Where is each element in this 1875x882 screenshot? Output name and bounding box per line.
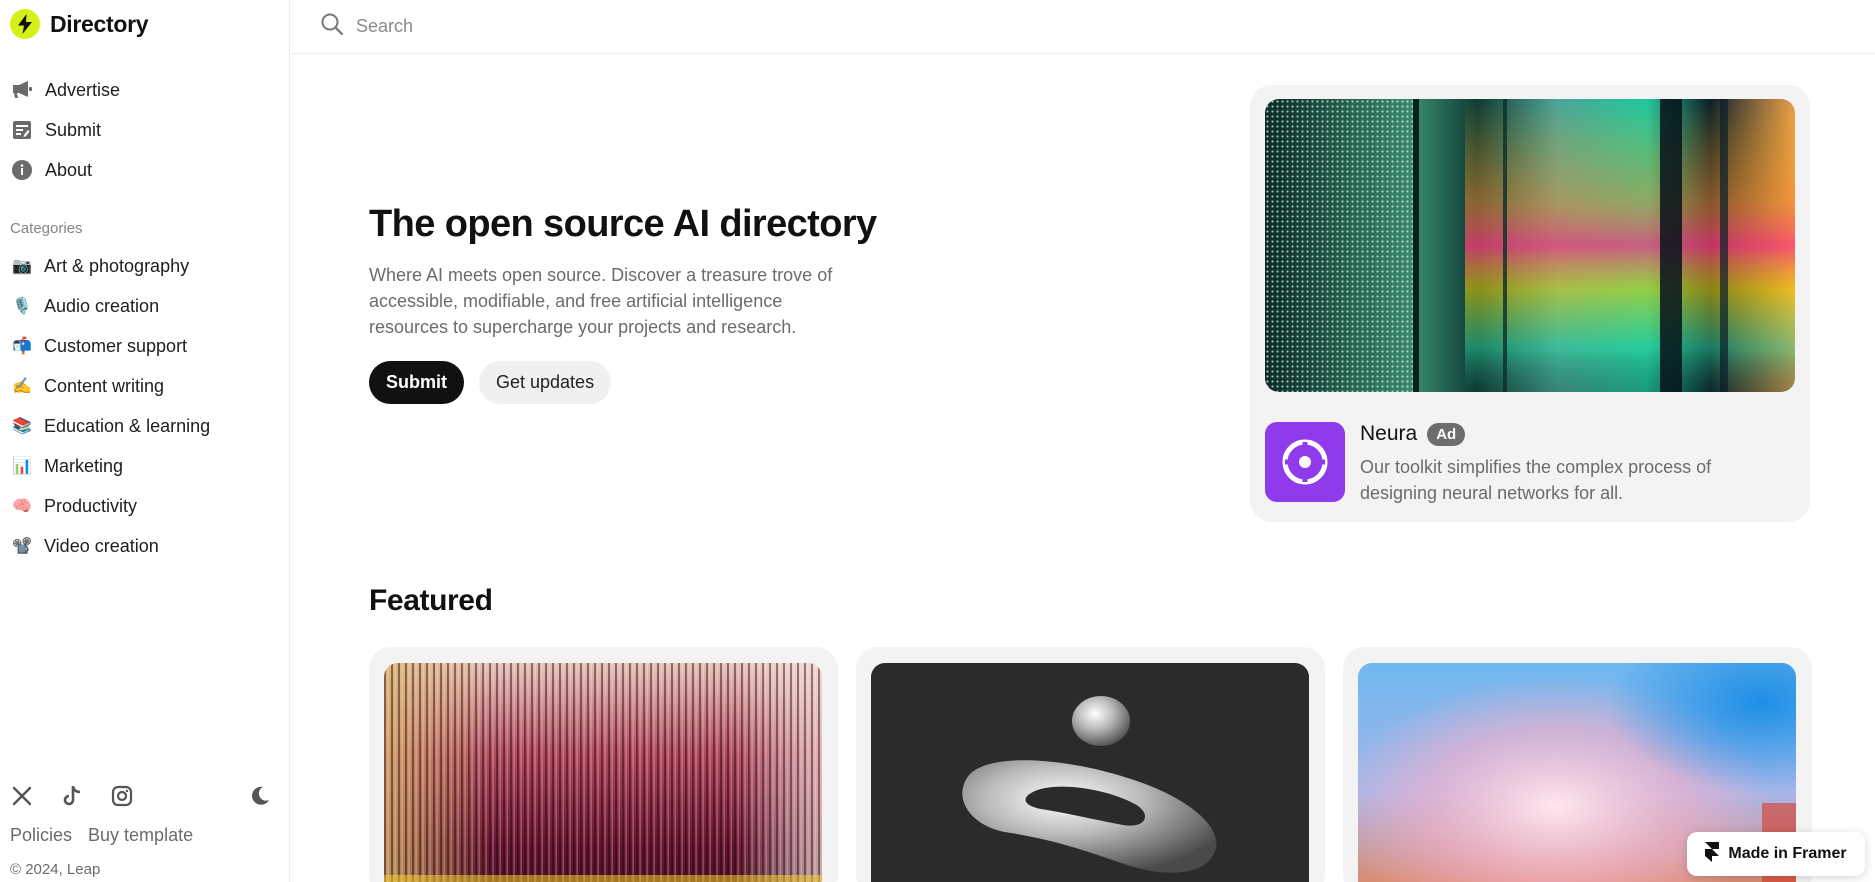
sponsored-ad-card[interactable]: Neura Ad Our toolkit simplifies the comp… [1250, 85, 1810, 522]
category-label: Marketing [44, 455, 124, 476]
footer-links: Policies Buy template [10, 825, 193, 846]
submit-button[interactable]: Submit [369, 361, 464, 404]
category-label: Video creation [44, 535, 159, 556]
instagram-icon[interactable] [110, 784, 134, 808]
category-label: Customer support [44, 335, 188, 356]
mailbox-icon: 📬 [12, 338, 32, 355]
framer-logo-icon [1705, 841, 1720, 867]
categories-list: 📷 Art & photography 🎙️ Audio creation 📬 … [10, 246, 210, 566]
film-projector-icon: 📽️ [12, 538, 32, 555]
writing-hand-icon: ✍️ [12, 378, 32, 395]
nav-label: Advertise [45, 79, 121, 100]
camera-icon: 📷 [12, 258, 32, 275]
category-education-learning[interactable]: 📚 Education & learning [10, 406, 210, 446]
tiktok-icon[interactable] [60, 784, 84, 808]
nav-item-submit[interactable]: Submit [10, 110, 120, 150]
search-icon [320, 12, 344, 41]
main-nav: Advertise Submit About [10, 70, 120, 190]
category-productivity[interactable]: 🧠 Productivity [10, 486, 210, 526]
nav-item-about[interactable]: About [10, 150, 120, 190]
nav-item-advertise[interactable]: Advertise [10, 70, 120, 110]
search-input[interactable] [356, 16, 956, 37]
nav-label: Submit [45, 119, 102, 140]
search-bar [291, 0, 1875, 54]
category-label: Content writing [44, 375, 165, 396]
category-audio-creation[interactable]: 🎙️ Audio creation [10, 286, 210, 326]
policies-link[interactable]: Policies [10, 825, 72, 846]
featured-heading: Featured [369, 584, 493, 617]
category-label: Education & learning [44, 415, 211, 436]
neura-logo-icon [1265, 422, 1345, 502]
made-in-framer-badge[interactable]: Made in Framer [1687, 832, 1865, 876]
microphone-icon: 🎙️ [12, 298, 32, 315]
hero-title: The open source AI directory [369, 203, 877, 245]
category-label: Productivity [44, 495, 138, 516]
category-art-photography[interactable]: 📷 Art & photography [10, 246, 210, 286]
moon-icon[interactable] [248, 784, 272, 808]
hero-buttons: Submit Get updates [369, 361, 612, 404]
featured-card-image [871, 663, 1309, 882]
category-label: Audio creation [44, 295, 160, 316]
buy-template-link[interactable]: Buy template [88, 825, 193, 846]
get-updates-button[interactable]: Get updates [479, 361, 612, 404]
framer-label: Made in Framer [1728, 845, 1847, 862]
copyright: © 2024, Leap [10, 861, 101, 878]
featured-card-image [384, 663, 822, 882]
featured-card[interactable] [856, 647, 1325, 882]
ad-description: Our toolkit simplifies the complex proce… [1360, 457, 1712, 503]
sidebar: Directory Advertise Submit About Categor… [0, 0, 290, 882]
bar-chart-icon: 📊 [12, 458, 32, 475]
ad-image [1265, 99, 1795, 392]
featured-card[interactable] [369, 647, 838, 882]
social-links [10, 784, 272, 808]
edit-form-icon [10, 118, 34, 142]
books-icon: 📚 [12, 418, 32, 435]
category-label: Art & photography [44, 255, 190, 276]
megaphone-icon [10, 78, 34, 102]
ad-name: Neura [1360, 422, 1418, 445]
hero-description: Where AI meets open source. Discover a t… [369, 265, 833, 337]
x-icon[interactable] [10, 784, 34, 808]
lightning-logo-icon [10, 9, 40, 39]
category-marketing[interactable]: 📊 Marketing [10, 446, 210, 486]
ad-name-row: Neura Ad [1360, 422, 1466, 446]
categories-heading: Categories [10, 220, 83, 237]
info-icon [10, 158, 34, 182]
category-customer-support[interactable]: 📬 Customer support [10, 326, 210, 366]
brand[interactable]: Directory [10, 9, 149, 39]
ad-badge: Ad [1427, 422, 1466, 446]
category-content-writing[interactable]: ✍️ Content writing [10, 366, 210, 406]
brand-title: Directory [50, 10, 149, 37]
nav-label: About [45, 159, 93, 180]
category-video-creation[interactable]: 📽️ Video creation [10, 526, 210, 566]
brain-icon: 🧠 [12, 498, 32, 515]
